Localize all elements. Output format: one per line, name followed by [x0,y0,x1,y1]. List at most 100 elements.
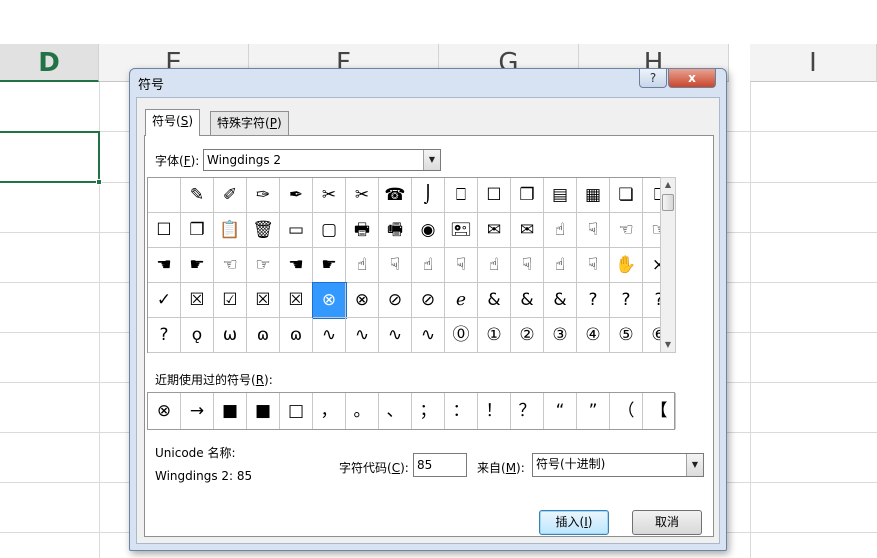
symbol-cell[interactable]: ω [214,318,247,353]
symbol-cell[interactable]: ☟ [379,248,412,283]
symbol-cell[interactable]: 🗑 [247,213,280,248]
symbol-cell[interactable]: ? [148,318,181,353]
symbol-cell[interactable]: ▦ [577,178,610,213]
symbol-cell[interactable]: ✉ [478,213,511,248]
close-button[interactable]: x [668,69,716,88]
symbol-cell[interactable]: ⑤ [610,318,643,353]
symbol-cell[interactable]: ⌡ [412,178,445,213]
symbol-cell[interactable]: ☚ [148,248,181,283]
font-select[interactable]: Wingdings 2 ▼ [203,149,441,171]
recent-symbol-cell[interactable]: 、 [379,393,412,429]
symbol-cell[interactable]: ℯ [445,283,478,318]
recent-symbol-cell[interactable]: ， [313,393,346,429]
symbol-cell[interactable]: ∿ [379,318,412,353]
symbol-cell[interactable]: ☝ [544,248,577,283]
symbol-cell[interactable]: 🖭 [445,213,478,248]
symbol-cell[interactable]: ◉ [412,213,445,248]
symbol-cell[interactable] [148,178,181,213]
symbol-cell[interactable]: ✋ [610,248,643,283]
symbol-cell[interactable]: ∿ [346,318,379,353]
symbol-cell[interactable]: ☒ [280,283,313,318]
recent-symbol-cell[interactable]: ⊗ [148,393,181,429]
symbol-cell[interactable]: ? [610,283,643,318]
scroll-down-icon[interactable]: ▼ [661,338,675,352]
symbol-cell[interactable]: ✉ [511,213,544,248]
symbol-cell[interactable]: ✂ [313,178,346,213]
symbol-cell[interactable]: ④ [577,318,610,353]
symbol-cell[interactable]: ❏ [610,178,643,213]
recent-symbol-cell[interactable]: □ [280,393,313,429]
symbol-cell[interactable]: ☜ [214,248,247,283]
symbol-cell[interactable]: ▭ [280,213,313,248]
recent-symbol-cell[interactable]: ■ [214,393,247,429]
symbol-cell[interactable]: ☟ [577,213,610,248]
symbol-cell[interactable]: ☟ [511,248,544,283]
scroll-up-icon[interactable]: ▲ [661,178,675,192]
symbol-cell[interactable]: ❐ [181,213,214,248]
symbol-cell[interactable]: ☝ [412,248,445,283]
column-header-d[interactable]: D [0,44,99,82]
recent-symbol-cell[interactable]: ！ [478,393,511,429]
symbol-cell[interactable]: ∿ [412,318,445,353]
symbol-cell[interactable]: ☝ [478,248,511,283]
symbol-cell[interactable]: ☑ [214,283,247,318]
symbol-cell[interactable]: ✐ [214,178,247,213]
recent-symbol-cell[interactable]: ■ [247,393,280,429]
symbol-cell[interactable]: ⊘ [412,283,445,318]
symbol-cell[interactable]: ▢ [313,213,346,248]
symbol-cell[interactable]: ? [577,283,610,318]
dialog-titlebar[interactable]: 符号 ? x [130,69,726,97]
recent-symbol-cell[interactable]: “ [544,393,577,429]
symbol-cell[interactable]: ✂ [346,178,379,213]
recent-symbol-cell[interactable]: （ [610,393,643,429]
symbol-cell[interactable]: ✑ [247,178,280,213]
symbol-cell[interactable]: ☐ [478,178,511,213]
char-code-input[interactable]: 85 [413,453,467,477]
symbol-cell[interactable]: ❐ [511,178,544,213]
chevron-down-icon[interactable]: ▼ [686,454,703,476]
symbol-cell[interactable]: ⎕ [445,178,478,213]
symbol-cell[interactable]: ☞ [247,248,280,283]
symbol-cell[interactable]: 📋 [214,213,247,248]
symbol-cell[interactable]: ① [478,318,511,353]
symbol-cell[interactable]: ⊘ [379,283,412,318]
symbol-cell[interactable]: ☟ [445,248,478,283]
symbol-cell[interactable]: ⓪ [445,318,478,353]
symbol-cell[interactable]: ☒ [247,283,280,318]
symbol-cell[interactable]: ☎ [379,178,412,213]
tab-symbols[interactable]: 符号(S) [145,109,200,136]
symbol-cell[interactable]: 🖶 [346,213,379,248]
scroll-thumb[interactable] [662,194,674,211]
active-cell[interactable] [0,131,102,185]
symbol-cell[interactable]: ☛ [313,248,346,283]
symbol-cell[interactable]: ⊗ [312,282,347,319]
insert-button[interactable]: 插入(I) [539,510,609,535]
recent-symbol-cell[interactable]: ？ [511,393,544,429]
recent-symbol-cell[interactable]: ； [412,393,445,429]
recent-symbol-cell[interactable]: 。 [346,393,379,429]
recent-symbol-cell[interactable]: → [181,393,214,429]
symbol-cell[interactable]: ☒ [181,283,214,318]
symbol-cell[interactable]: ☛ [181,248,214,283]
column-header-i[interactable]: I [750,44,877,82]
symbol-cell[interactable]: ② [511,318,544,353]
symbol-cell[interactable]: & [511,283,544,318]
symbol-cell[interactable]: ☚ [280,248,313,283]
symbol-cell[interactable]: ɷ [247,318,280,353]
symbol-cell[interactable]: ✎ [181,178,214,213]
recent-symbol-cell[interactable]: ： [445,393,478,429]
symbol-cell[interactable]: & [544,283,577,318]
symbol-cell[interactable]: ☜ [610,213,643,248]
help-button[interactable]: ? [639,69,667,88]
recent-symbol-cell[interactable]: 【 [643,393,676,429]
symbol-cell[interactable]: & [478,283,511,318]
recent-symbol-cell[interactable]: ” [577,393,610,429]
symbol-cell[interactable]: 🖷 [379,213,412,248]
symbol-cell[interactable]: ∿ [313,318,346,353]
from-select[interactable]: 符号(十进制) ▼ [532,453,704,477]
symbol-cell[interactable]: ▤ [544,178,577,213]
symbol-grid-scrollbar[interactable]: ▲ ▼ [660,177,676,353]
symbol-cell[interactable]: ⊗ [346,283,379,318]
symbol-cell[interactable]: ✒ [280,178,313,213]
symbol-cell[interactable]: ☝ [544,213,577,248]
